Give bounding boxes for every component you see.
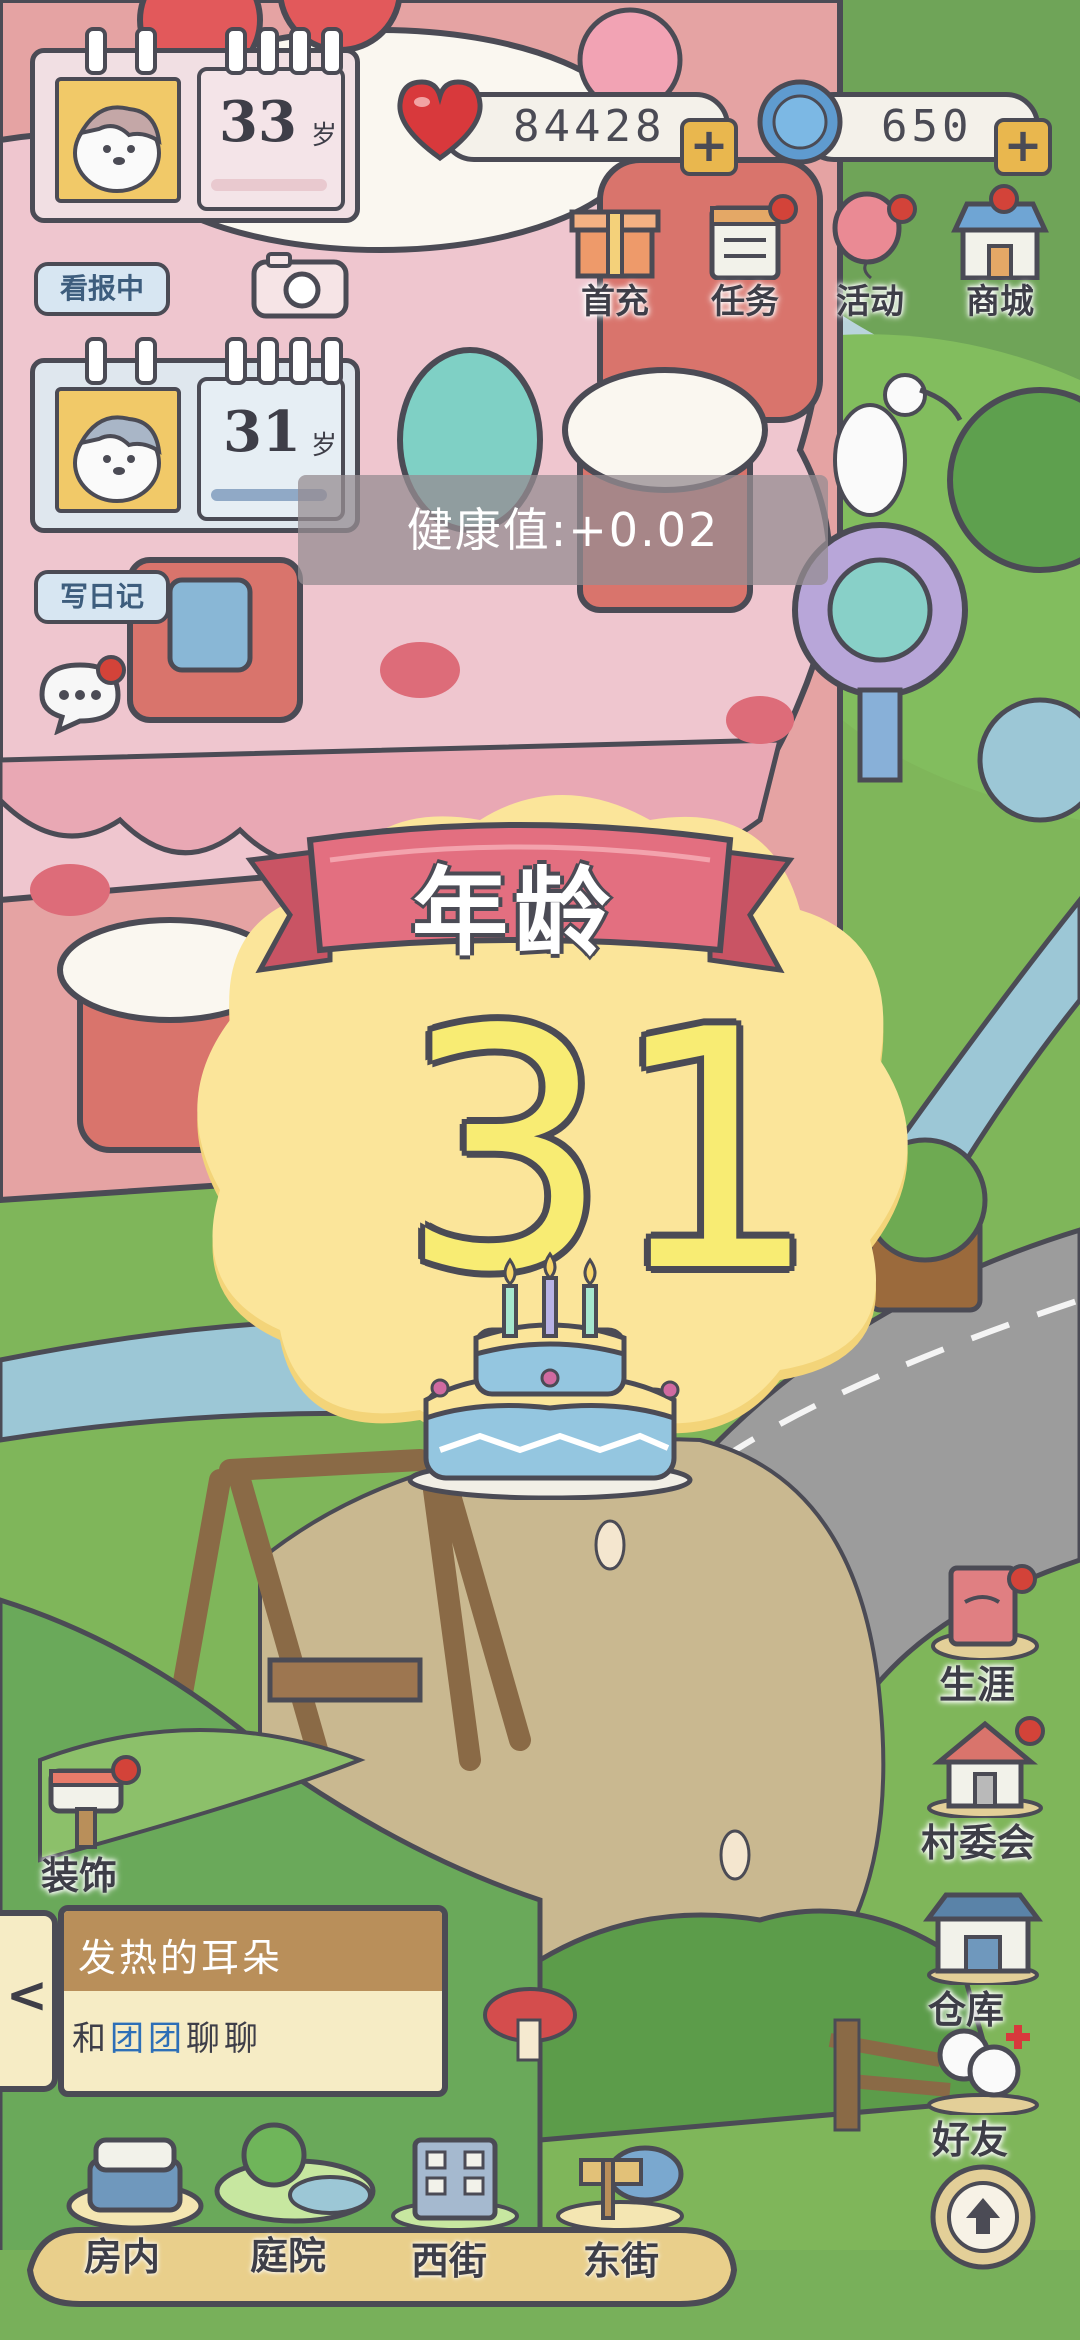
bed-icon	[66, 2137, 204, 2230]
tasks-label: 任务	[711, 282, 779, 322]
add-gems-button[interactable]: +	[994, 118, 1052, 176]
collapse-panel-button[interactable]: <	[0, 1910, 58, 2092]
tasks-button[interactable]: 任务	[690, 190, 800, 322]
camera-button[interactable]	[250, 250, 350, 320]
chevron-left-icon: <	[6, 1966, 48, 2024]
binder-ring	[225, 27, 247, 75]
nav-east-street-button[interactable]: 东街	[545, 2130, 695, 2283]
gem-coin-icon	[757, 79, 843, 165]
heart-icon	[397, 79, 483, 162]
binder-ring	[85, 337, 107, 385]
village-committee-button[interactable]: 村委会	[915, 1716, 1055, 1868]
career-label: 生涯	[939, 1663, 1016, 1707]
nav-room-button[interactable]: 房内	[60, 2120, 210, 2280]
nav-room-label: 房内	[84, 2235, 161, 2279]
player2-age: 31	[223, 399, 301, 465]
notification-dot	[111, 1755, 141, 1785]
events-label: 活动	[836, 282, 904, 322]
chat-partner-name[interactable]: 团团	[110, 2019, 186, 2059]
notification-dot	[887, 194, 917, 224]
binder-ring	[135, 27, 157, 75]
gift-icon	[569, 209, 661, 279]
street-sign-icon	[556, 2145, 684, 2230]
write-diary-button[interactable]: 写日记	[34, 570, 170, 624]
nav-garden-label: 庭院	[250, 2234, 327, 2278]
shop-button[interactable]: 商城	[945, 184, 1055, 322]
events-button[interactable]: 活动	[815, 190, 925, 322]
reading-newspaper-button[interactable]: 看报中	[34, 262, 170, 316]
chat-topic-body: 和团团聊聊	[72, 2011, 262, 2060]
career-button[interactable]: 生涯	[925, 1560, 1045, 1710]
gems-count: 650	[881, 101, 973, 152]
player1-profile-card[interactable]: 33 岁	[30, 27, 360, 223]
friends-button[interactable]: 好友	[918, 2015, 1048, 2165]
player1-age-unit: 岁	[311, 121, 338, 151]
binder-ring	[225, 337, 247, 385]
friends-label: 好友	[932, 2118, 1009, 2162]
notification-dot	[96, 655, 126, 685]
garden-icon	[214, 2122, 376, 2224]
player2-portrait	[55, 387, 181, 513]
first-recharge-button[interactable]: 首充	[560, 190, 670, 322]
add-hearts-button[interactable]: +	[680, 118, 738, 176]
notification-dot	[1007, 1564, 1037, 1594]
player1-health-bar	[211, 179, 327, 191]
camera-icon	[251, 252, 349, 319]
binder-ring	[257, 337, 279, 385]
nav-garden-button[interactable]: 庭院	[210, 2115, 380, 2280]
player1-age-box: 33 岁	[197, 67, 345, 211]
hearts-count: 84428	[513, 101, 666, 152]
chat-bubble-button[interactable]	[34, 655, 134, 735]
binder-ring	[257, 27, 279, 75]
nav-west-street-button[interactable]: 西街	[385, 2130, 525, 2283]
binder-ring	[321, 27, 343, 75]
binder-ring	[135, 337, 157, 385]
birthday-cake-icon	[407, 1251, 693, 1500]
health-toast: 健康值:+0.02	[298, 475, 828, 585]
age-popup-title: 年龄	[412, 857, 616, 969]
player1-age: 33	[219, 89, 297, 155]
binder-ring	[289, 27, 311, 75]
chat-suffix: 聊聊	[186, 2019, 262, 2059]
nav-west-street-label: 西街	[411, 2239, 488, 2283]
chat-prefix: 和	[72, 2019, 110, 2059]
decorate-button[interactable]: 装饰	[35, 1755, 155, 1905]
building-icon	[391, 2137, 519, 2230]
friends-icon	[927, 2025, 1039, 2115]
binder-ring	[289, 337, 311, 385]
chat-topic-header: 发热的耳朵	[64, 1911, 442, 1991]
warehouse-icon	[923, 1892, 1043, 1985]
hedgehog-avatar-icon	[73, 415, 162, 503]
binder-ring	[321, 337, 343, 385]
notification-dot	[989, 184, 1019, 214]
hedgehog-avatar-icon	[73, 105, 162, 193]
binder-ring	[85, 27, 107, 75]
scroll-up-button[interactable]	[928, 2162, 1038, 2272]
nav-east-street-label: 东街	[583, 2239, 660, 2283]
decorate-label: 装饰	[41, 1854, 118, 1898]
arrow-up-circle-icon	[930, 2164, 1036, 2270]
notification-dot	[768, 194, 798, 224]
chat-topic-title: 发热的耳朵	[78, 1936, 284, 1980]
notification-dot	[1015, 1716, 1045, 1746]
player2-age-unit: 岁	[311, 431, 338, 461]
shop-label: 商城	[966, 282, 1034, 322]
village-committee-label: 村委会	[921, 1821, 1036, 1865]
first-recharge-label: 首充	[581, 282, 649, 322]
chat-topic-panel[interactable]: 发热的耳朵 和团团聊聊	[58, 1905, 448, 2097]
player1-portrait	[55, 77, 181, 203]
warehouse-button[interactable]: 仓库	[918, 1885, 1048, 2035]
